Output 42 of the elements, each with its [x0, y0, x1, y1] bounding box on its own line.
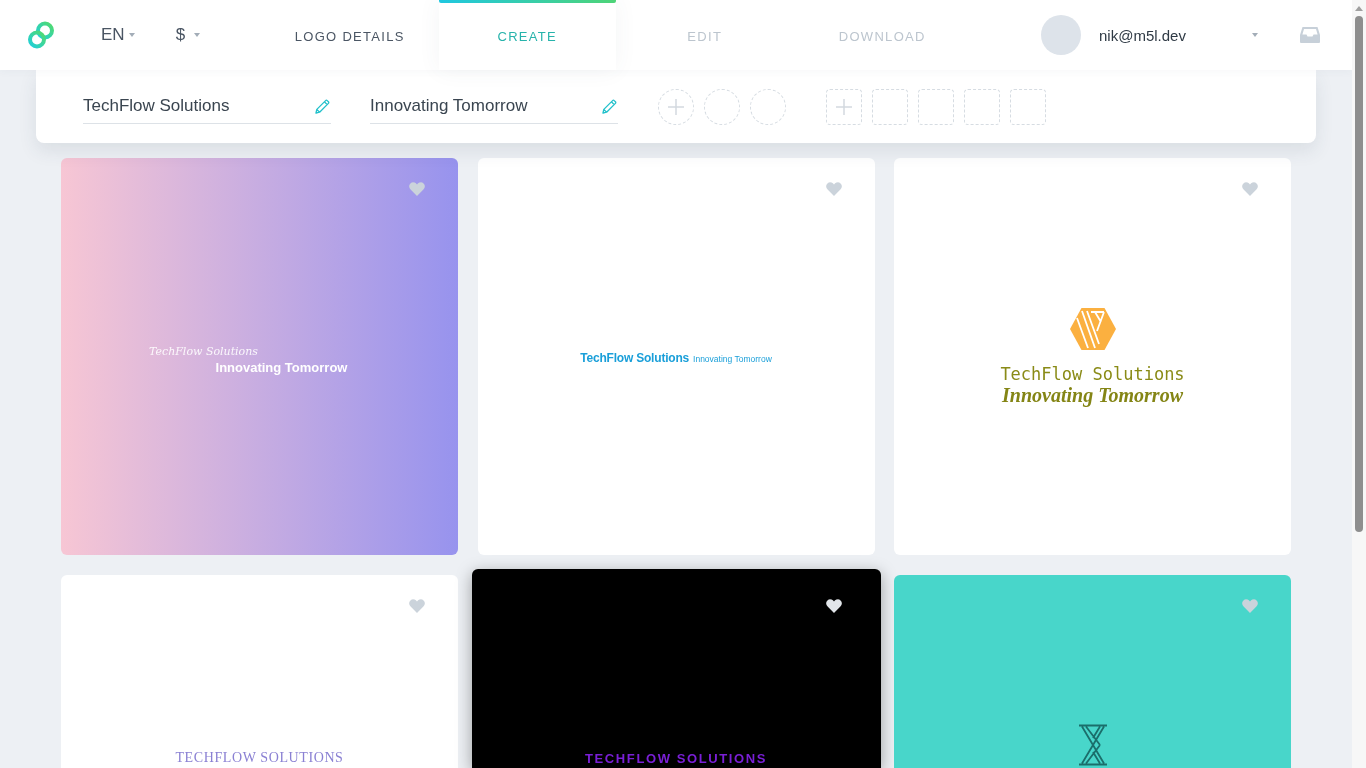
scrollbar[interactable]	[1352, 0, 1366, 768]
scroll-up-icon[interactable]	[1355, 6, 1363, 11]
pencil-icon[interactable]	[315, 98, 330, 114]
symbol-slot[interactable]	[918, 88, 954, 125]
caret-icon	[194, 33, 201, 37]
logo-card[interactable]: TECHFLOW SOLUTIONS	[471, 569, 881, 768]
logo-slogan: Innovating Tomorrow	[1002, 384, 1183, 407]
logo-card[interactable]: TechFlow Solutions Innovating Tomorrow	[894, 158, 1291, 555]
company-name-field[interactable]: TechFlow Solutions	[83, 89, 331, 124]
plus-icon	[668, 98, 684, 115]
hexagon-icon	[1069, 308, 1116, 350]
avatar-icon	[1041, 15, 1081, 55]
rings-logo-icon[interactable]	[27, 21, 55, 49]
logo-name: TechFlow Solutions	[149, 344, 258, 358]
logo-name: TECHFLOW SOLUTIONS	[585, 751, 767, 766]
step-tab[interactable]: CREATE	[438, 0, 616, 70]
logo-card[interactable]	[894, 575, 1291, 768]
logo-name: TechFlow Solutions	[580, 350, 690, 365]
logo-slogan: Innovating Tomorrow	[693, 353, 772, 364]
symbol-slot[interactable]	[964, 88, 1000, 125]
language-select[interactable]: EN	[101, 25, 135, 45]
logo-card[interactable]: TECHFLOW SOLUTIONS	[61, 575, 458, 768]
logo-slogan: Innovating Tomorrow	[215, 359, 348, 375]
logo-card[interactable]: TechFlow Solutions Innovating Tomorrow	[477, 158, 875, 555]
caret-icon	[1252, 33, 1258, 37]
scrollbar-thumb[interactable]	[1355, 16, 1363, 532]
symbol-slot[interactable]	[1010, 88, 1046, 125]
heart-icon[interactable]	[825, 599, 842, 613]
step-tab[interactable]: LOGO DETAILS	[261, 0, 439, 70]
account-menu[interactable]: nik@m5l.dev	[1041, 15, 1258, 55]
hourglass-icon	[1076, 724, 1109, 766]
add-symbol-button[interactable]	[826, 88, 862, 125]
slogan-field[interactable]: Innovating Tomorrow	[370, 89, 618, 124]
logo-name: TechFlow Solutions	[1000, 364, 1185, 384]
logo-card[interactable]: TechFlow Solutions Innovating Tomorrow	[61, 158, 458, 555]
caret-icon	[128, 33, 135, 37]
currency-select[interactable]: $	[175, 25, 201, 45]
inbox-icon[interactable]	[1300, 27, 1320, 43]
logo-name: TECHFLOW SOLUTIONS	[175, 750, 344, 766]
symbol-slot[interactable]	[872, 88, 908, 125]
pencil-icon[interactable]	[602, 98, 617, 114]
plus-icon	[836, 98, 852, 115]
